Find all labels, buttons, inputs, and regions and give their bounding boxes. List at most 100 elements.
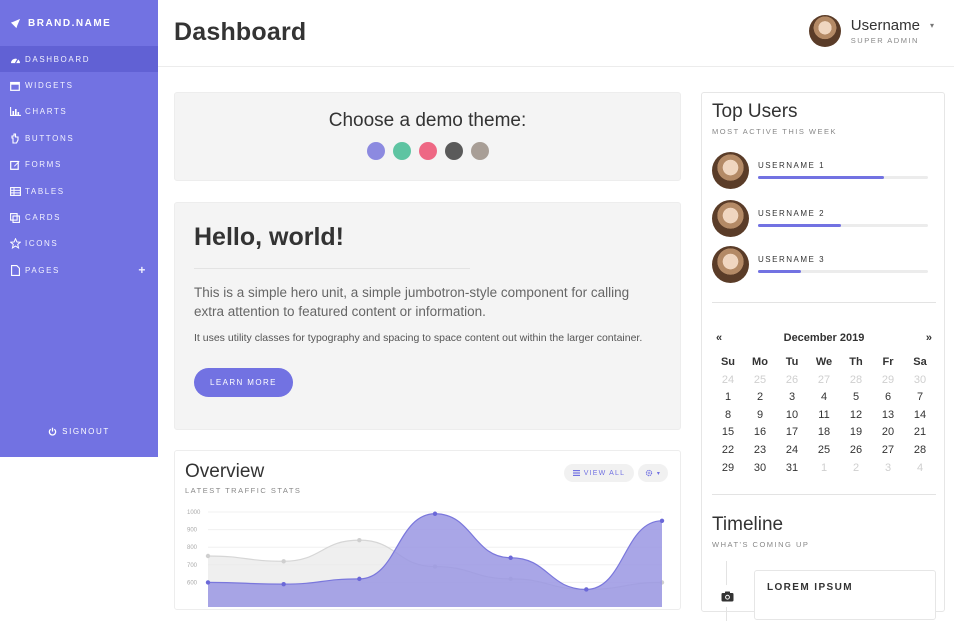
overview-subtitle: LATEST TRAFFIC STATS	[185, 486, 302, 495]
chart-point[interactable]	[432, 511, 438, 516]
sidebar-item-dashboard[interactable]: DASHBOARD	[0, 46, 158, 73]
user-menu[interactable]: Username ▾ SUPER ADMIN	[808, 15, 934, 47]
calendar-day[interactable]: 12	[840, 407, 872, 425]
sidebar-item-label: ICONS	[25, 239, 59, 249]
sidebar-item-label: PAGES	[25, 265, 60, 275]
calendar-day[interactable]: 24	[712, 372, 744, 390]
calendar-day[interactable]: 14	[904, 407, 936, 425]
calendar-day[interactable]: 7	[904, 389, 936, 407]
dashboard-icon	[9, 53, 21, 65]
top-user-row[interactable]: USERNAME 3	[712, 245, 932, 283]
chart-point[interactable]	[281, 559, 286, 564]
calendar-day[interactable]: 21	[904, 424, 936, 442]
theme-swatch[interactable]	[392, 142, 411, 160]
top-user-row[interactable]: USERNAME 2	[712, 199, 932, 237]
signout-button[interactable]: SIGNOUT	[0, 427, 158, 436]
calendar-day[interactable]: 23	[744, 442, 776, 460]
calendar-day[interactable]: 11	[808, 407, 840, 425]
signout-label: SIGNOUT	[62, 427, 110, 436]
chart-point[interactable]	[584, 587, 589, 592]
calendar: « December 2019 » Su Mo Tu We Th Fr Sa 24 25 26 27…	[712, 331, 936, 477]
calendar-day[interactable]: 13	[872, 407, 904, 425]
calendar-day[interactable]: 10	[776, 407, 808, 425]
calendar-day[interactable]: 27	[808, 372, 840, 390]
chart-point[interactable]	[357, 537, 362, 543]
sidebar-item-pages[interactable]: PAGES +	[0, 257, 158, 283]
brand-name: BRAND.NAME	[28, 17, 112, 29]
calendar-day[interactable]: 17	[776, 424, 808, 442]
sidebar-item-tables[interactable]: TABLES	[0, 178, 158, 204]
sidebar-item-buttons[interactable]: BUTTONS	[0, 125, 158, 151]
top-user-row[interactable]: USERNAME 1	[712, 151, 932, 189]
calendar-day[interactable]: 27	[872, 442, 904, 460]
right-panel: Top Users MOST ACTIVE THIS WEEK USERNAME…	[701, 92, 945, 621]
sidebar-item-label: TABLES	[25, 186, 65, 196]
chart-point[interactable]	[659, 518, 665, 523]
calendar-day[interactable]: 22	[712, 442, 744, 460]
calendar-day[interactable]: 31	[776, 460, 808, 478]
avatar	[808, 15, 841, 47]
theme-swatch[interactable]	[418, 142, 437, 160]
calendar-next-button[interactable]: »	[926, 332, 932, 344]
settings-dropdown-button[interactable]: ▾	[638, 464, 668, 482]
calendar-day[interactable]: 18	[808, 424, 840, 442]
hero-text: It uses utility classes for typography a…	[194, 332, 643, 344]
hero-card: Hello, world! This is a simple hero unit…	[174, 202, 681, 430]
calendar-day[interactable]: 26	[840, 442, 872, 460]
chart-point[interactable]	[205, 580, 211, 585]
calendar-day[interactable]: 26	[776, 372, 808, 390]
calendar-weekday: Tu	[785, 356, 799, 368]
calendar-day[interactable]: 4	[904, 460, 936, 478]
sidebar-item-charts[interactable]: CHARTS	[0, 99, 158, 125]
calendar-day[interactable]: 25	[744, 372, 776, 390]
calendar-day[interactable]: 30	[744, 460, 776, 478]
chart-point[interactable]	[205, 553, 211, 559]
sidebar-item-forms[interactable]: FORMS	[0, 152, 158, 178]
calendar-day[interactable]: 25	[808, 442, 840, 460]
calendar-day[interactable]: 3	[872, 460, 904, 478]
calendar-day[interactable]: 28	[840, 372, 872, 390]
calendar-day[interactable]: 30	[904, 372, 936, 390]
calendar-day[interactable]: 28	[904, 442, 936, 460]
calendar-weekday: Mo	[752, 356, 768, 368]
calendar-day[interactable]: 29	[712, 460, 744, 478]
calendar-day[interactable]: 20	[872, 424, 904, 442]
theme-swatch[interactable]	[444, 142, 463, 160]
theme-title: Choose a demo theme:	[328, 110, 527, 131]
calendar-day[interactable]: 6	[872, 389, 904, 407]
page-title: Dashboard	[174, 18, 307, 46]
calendar-day[interactable]: 9	[744, 407, 776, 425]
chevron-down-icon: ▾	[929, 21, 934, 30]
calendar-day[interactable]: 2	[744, 389, 776, 407]
calendar-day[interactable]: 15	[712, 424, 744, 442]
sidebar-item-icons[interactable]: ICONS	[0, 231, 158, 257]
progress-track	[758, 270, 928, 273]
sidebar-item-widgets[interactable]: WIDGETS	[0, 72, 158, 98]
calendar-day[interactable]: 1	[808, 460, 840, 478]
learn-more-button[interactable]: LEARN MORE	[194, 368, 293, 397]
progress-fill	[758, 224, 842, 227]
calendar-prev-button[interactable]: «	[716, 332, 722, 344]
chart-point[interactable]	[508, 555, 513, 560]
calendar-day[interactable]: 16	[744, 424, 776, 442]
hero-lead: This is a simple hero unit, a simple jum…	[194, 285, 630, 319]
chart-point[interactable]	[357, 576, 362, 582]
brand[interactable]: BRAND.NAME	[0, 0, 158, 46]
calendar-day[interactable]: 4	[808, 389, 840, 407]
calendar-day[interactable]: 29	[872, 372, 904, 390]
calendar-day[interactable]: 3	[776, 389, 808, 407]
calendar-day[interactable]: 1	[712, 389, 744, 407]
theme-swatch[interactable]	[366, 142, 385, 160]
sidebar-item-cards[interactable]: CARDS	[0, 204, 158, 230]
chart-point[interactable]	[281, 581, 286, 587]
calendar-day[interactable]: 24	[776, 442, 808, 460]
plus-icon[interactable]: +	[138, 263, 147, 277]
calendar-day[interactable]: 5	[840, 389, 872, 407]
calendar-day[interactable]: 8	[712, 407, 744, 425]
view-all-button[interactable]: VIEW ALL	[564, 464, 634, 482]
calendar-weekday: We	[815, 356, 833, 368]
calendar-day[interactable]: 19	[840, 424, 872, 442]
timeline-item[interactable]: LOREM IPSUM	[754, 570, 936, 620]
theme-swatch[interactable]	[470, 142, 489, 160]
calendar-day[interactable]: 2	[840, 460, 872, 478]
